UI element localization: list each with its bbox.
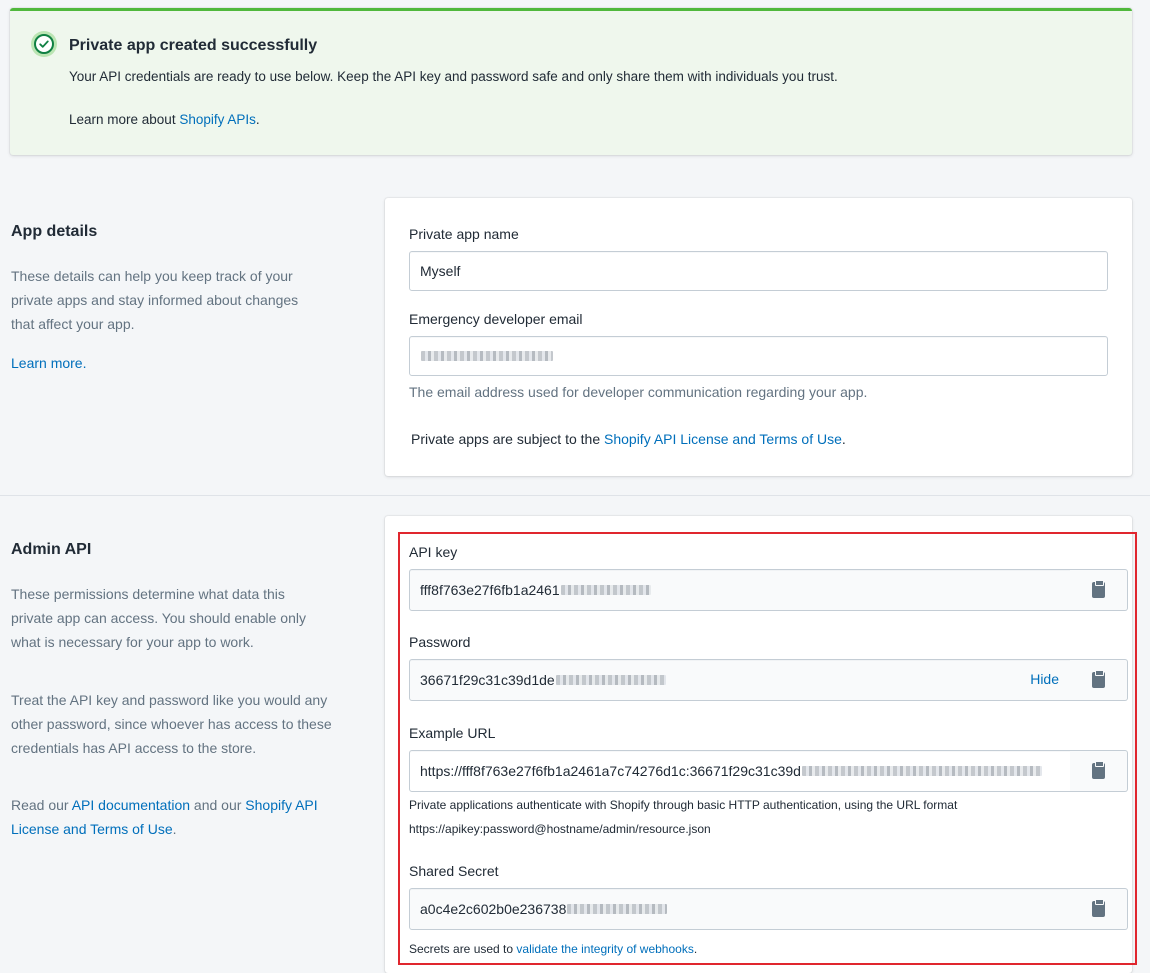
shared-secret-label: Shared Secret bbox=[409, 863, 499, 879]
redacted-email bbox=[421, 351, 553, 361]
copy-shared-secret-button[interactable] bbox=[1070, 888, 1128, 930]
secret-help-suffix: . bbox=[693, 942, 698, 956]
app-details-learn-more-link[interactable]: Learn more. bbox=[11, 351, 86, 375]
banner-text: Your API credentials are ready to use be… bbox=[69, 69, 838, 84]
example-url-input[interactable]: https://fff8f763e27f6fb1a2461a7c74276d1c… bbox=[409, 750, 1071, 792]
redacted-password bbox=[555, 675, 666, 685]
copy-example-url-button[interactable] bbox=[1070, 750, 1128, 792]
copy-api-key-button[interactable] bbox=[1070, 569, 1128, 611]
api-documentation-link[interactable]: API documentation bbox=[72, 797, 190, 813]
shared-secret-value: a0c4e2c602b0e236738 bbox=[420, 901, 567, 917]
example-url-help-1: Private applications authenticate with S… bbox=[409, 798, 958, 812]
section-divider bbox=[0, 495, 1150, 496]
read-prefix: Read our bbox=[11, 797, 72, 813]
redacted-url bbox=[801, 766, 1042, 776]
example-url-label: Example URL bbox=[409, 725, 496, 741]
banner-title: Private app created successfully bbox=[69, 37, 318, 54]
admin-api-card: API key fff8f763e27f6fb1a2461 Password 3… bbox=[385, 516, 1132, 973]
clipboard-icon bbox=[1092, 899, 1105, 917]
password-label: Password bbox=[409, 634, 471, 650]
private-app-name-input[interactable]: Myself bbox=[409, 251, 1108, 291]
example-url-value: https://fff8f763e27f6fb1a2461a7c74276d1c… bbox=[420, 763, 801, 779]
api-key-label: API key bbox=[409, 544, 458, 560]
read-suffix: . bbox=[172, 821, 177, 837]
api-key-value: fff8f763e27f6fb1a2461 bbox=[420, 582, 560, 598]
password-input[interactable]: 36671f29c31c39d1de Hide bbox=[409, 659, 1071, 701]
hide-password-link[interactable]: Hide bbox=[1030, 671, 1059, 687]
emergency-email-label: Emergency developer email bbox=[409, 311, 583, 327]
clipboard-icon bbox=[1092, 580, 1105, 598]
banner-learn-suffix: . bbox=[255, 112, 260, 127]
admin-api-read-docs: Read our API documentation and our Shopi… bbox=[11, 793, 331, 841]
copy-password-button[interactable] bbox=[1070, 659, 1128, 701]
shared-secret-input[interactable]: a0c4e2c602b0e236738 bbox=[409, 888, 1071, 930]
terms-prefix: Private apps are subject to the bbox=[411, 431, 604, 447]
shopify-apis-link[interactable]: Shopify APIs bbox=[179, 112, 256, 127]
redacted-shared-secret bbox=[567, 904, 668, 914]
admin-api-description-1: These permissions determine what data th… bbox=[11, 586, 306, 650]
read-mid: and our bbox=[190, 797, 246, 813]
email-help-text: The email address used for developer com… bbox=[409, 384, 868, 400]
secret-help-prefix: Secrets are used to bbox=[409, 942, 517, 956]
banner-learn-more: Learn more about Shopify APIs. bbox=[69, 112, 260, 127]
app-details-title: App details bbox=[11, 223, 98, 240]
shared-secret-help: Secrets are used to validate the integri… bbox=[409, 937, 697, 961]
password-value: 36671f29c31c39d1de bbox=[420, 672, 555, 688]
redacted-api-key bbox=[560, 585, 651, 595]
app-details-description: These details can help you keep track of… bbox=[11, 268, 299, 332]
example-url-help-2: https://apikey:password@hostname/admin/r… bbox=[409, 822, 711, 836]
api-key-input[interactable]: fff8f763e27f6fb1a2461 bbox=[409, 569, 1071, 611]
admin-api-title: Admin API bbox=[11, 541, 92, 558]
success-banner: Private app created successfully Your AP… bbox=[10, 8, 1132, 155]
check-circle-icon bbox=[31, 31, 57, 57]
private-app-name-value: Myself bbox=[420, 263, 461, 279]
admin-api-description-2: Treat the API key and password like you … bbox=[11, 692, 332, 756]
clipboard-icon bbox=[1092, 761, 1105, 779]
terms-suffix: . bbox=[841, 431, 846, 447]
private-app-name-label: Private app name bbox=[409, 226, 519, 242]
app-details-card: Private app name Myself Emergency develo… bbox=[385, 198, 1132, 476]
terms-link[interactable]: Shopify API License and Terms of Use bbox=[604, 431, 842, 447]
terms-text: Private apps are subject to the Shopify … bbox=[411, 431, 846, 447]
emergency-email-input[interactable] bbox=[409, 336, 1108, 376]
clipboard-icon bbox=[1092, 670, 1105, 688]
banner-learn-prefix: Learn more about bbox=[69, 112, 180, 127]
validate-webhooks-link[interactable]: validate the integrity of webhooks bbox=[516, 942, 693, 956]
